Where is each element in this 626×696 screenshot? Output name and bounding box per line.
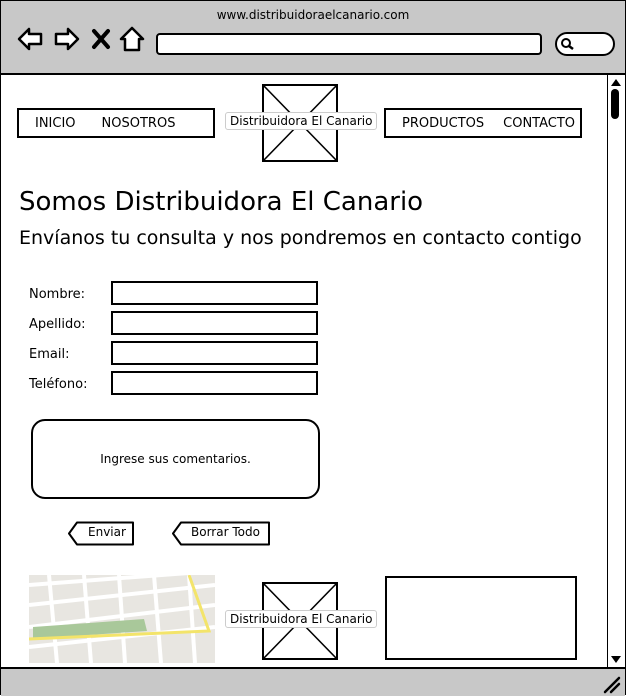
email-label: Email: — [29, 347, 70, 362]
borrar-todo-button[interactable]: Borrar Todo — [171, 521, 271, 546]
map-image[interactable] — [29, 575, 215, 663]
nombre-input[interactable] — [111, 281, 318, 305]
resize-handle-icon[interactable] — [601, 674, 621, 694]
scroll-up-arrow-icon[interactable] — [610, 77, 622, 87]
page-subtitle: Envíanos tu consulta y nos pondremos en … — [19, 227, 582, 249]
address-bar[interactable] — [156, 33, 542, 55]
search-icon — [561, 38, 574, 50]
nav-right-group: PRODUCTOS CONTACTO — [384, 108, 582, 138]
scroll-down-arrow-icon[interactable] — [610, 655, 622, 665]
browser-toolbar: www.distribuidoraelcanario.com — [1, 1, 625, 75]
telefono-input[interactable] — [111, 371, 318, 395]
enviar-button[interactable]: Enviar — [67, 521, 135, 546]
close-x-icon[interactable] — [90, 25, 112, 53]
scrollbar-thumb[interactable] — [611, 89, 619, 119]
borrar-todo-label: Borrar Todo — [191, 525, 260, 539]
header-logo-label: Distribuidora El Canario — [225, 112, 378, 130]
nav-item-nosotros[interactable]: NOSOTROS — [102, 116, 176, 131]
telefono-label: Teléfono: — [29, 377, 88, 392]
browser-search-box[interactable] — [555, 32, 615, 56]
nav-item-productos[interactable]: PRODUCTOS — [402, 116, 484, 131]
browser-window: www.distribuidoraelcanario.com INICIO NO — [0, 0, 626, 696]
page-title: Somos Distribuidora El Canario — [19, 187, 424, 217]
apellido-input[interactable] — [111, 311, 318, 335]
footer-right-panel — [385, 576, 577, 660]
map-graphic — [29, 575, 215, 663]
apellido-label: Apellido: — [29, 317, 86, 332]
comments-textarea[interactable]: Ingrese sus comentarios. — [31, 419, 320, 499]
email-input[interactable] — [111, 341, 318, 365]
browser-status-bar — [1, 667, 625, 696]
nav-left-group: INICIO NOSOTROS — [17, 108, 215, 138]
nombre-label: Nombre: — [29, 287, 86, 302]
enviar-label: Enviar — [88, 525, 126, 539]
home-icon[interactable] — [118, 25, 146, 53]
page-url-title: www.distribuidoraelcanario.com — [216, 8, 410, 22]
forward-arrow-icon[interactable] — [53, 25, 81, 53]
nav-item-contacto[interactable]: CONTACTO — [503, 116, 575, 131]
comments-placeholder: Ingrese sus comentarios. — [100, 452, 251, 466]
back-arrow-icon[interactable] — [16, 25, 44, 53]
footer-logo-label: Distribuidora El Canario — [225, 610, 378, 628]
nav-item-inicio[interactable]: INICIO — [35, 116, 76, 131]
vertical-scrollbar[interactable] — [607, 75, 624, 667]
